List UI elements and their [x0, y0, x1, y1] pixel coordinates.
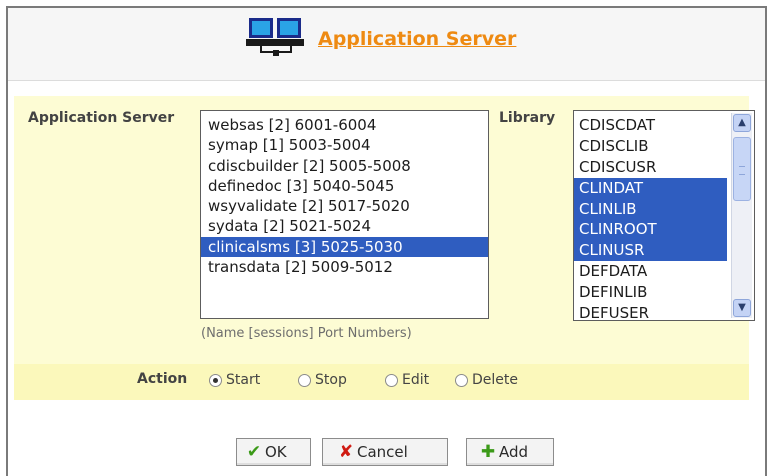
library-option[interactable]: CDISCLIB: [574, 136, 727, 157]
plus-icon: ✚: [480, 442, 496, 462]
library-option[interactable]: DEFINLIB: [574, 282, 727, 303]
library-option[interactable]: CDISCUSR: [574, 157, 727, 178]
library-option[interactable]: CLINUSR: [574, 240, 727, 262]
radio-edit[interactable]: [385, 373, 398, 387]
library-option[interactable]: CLINDAT: [574, 177, 727, 199]
server-option[interactable]: websas [2] 6001-6004: [201, 115, 488, 135]
edit-label: Edit: [402, 372, 430, 388]
scroll-down-arrow-icon[interactable]: ▼: [733, 299, 751, 317]
action-row: [14, 364, 749, 400]
add-button[interactable]: ✚ Add: [466, 438, 554, 466]
scroll-up-arrow-icon[interactable]: ▲: [733, 114, 751, 132]
library-option[interactable]: CLINLIB: [574, 198, 727, 220]
radio-delete[interactable]: [455, 373, 468, 387]
checkmark-icon: ✔: [246, 442, 262, 462]
server-list-hint: (Name [sessions] Port Numbers): [201, 326, 412, 341]
action-start-option[interactable]: Start: [209, 372, 260, 388]
ok-button[interactable]: ✔ OK: [236, 438, 311, 466]
library-option[interactable]: DEFUSER: [574, 303, 727, 320]
server-option[interactable]: cdiscbuilder [2] 5005-5008: [201, 156, 488, 176]
page-title-link[interactable]: Application Server: [318, 28, 516, 50]
application-server-listbox[interactable]: websas [2] 6001-6004 symap [1] 5003-5004…: [200, 110, 489, 319]
application-server-label: Application Server: [28, 110, 175, 126]
cancel-label: Cancel: [357, 443, 408, 461]
add-label: Add: [499, 443, 529, 461]
radio-start[interactable]: [209, 373, 222, 387]
action-edit-option[interactable]: Edit: [385, 372, 429, 388]
action-delete-option[interactable]: Delete: [455, 372, 518, 388]
action-stop-option[interactable]: Stop: [298, 372, 347, 388]
cancel-button[interactable]: ✘ Cancel: [322, 438, 448, 466]
start-label: Start: [226, 372, 261, 388]
server-option[interactable]: definedoc [3] 5040-5045: [201, 176, 488, 196]
server-option[interactable]: symap [1] 5003-5004: [201, 135, 488, 155]
server-option[interactable]: wsyvalidate [2] 5017-5020: [201, 196, 488, 216]
library-option[interactable]: CDISCDAT: [574, 115, 727, 136]
library-option[interactable]: CLINROOT: [574, 219, 727, 241]
server-option[interactable]: clinicalsms [3] 5025-5030: [201, 236, 488, 258]
server-option[interactable]: transdata [2] 5009-5012: [201, 257, 488, 277]
radio-stop[interactable]: [298, 373, 311, 387]
library-label: Library: [499, 110, 556, 126]
delete-label: Delete: [472, 372, 518, 388]
library-listbox[interactable]: CDISCDAT CDISCLIB CDISCUSR CLINDAT CLINL…: [573, 110, 755, 321]
server-icon: [246, 18, 304, 56]
x-icon: ✘: [338, 442, 354, 462]
library-option[interactable]: DEFDATA: [574, 261, 727, 282]
server-option[interactable]: sydata [2] 5021-5024: [201, 216, 488, 236]
library-scrollbar[interactable]: ▲ ▼: [731, 113, 752, 318]
stop-label: Stop: [315, 372, 347, 388]
ok-label: OK: [265, 443, 287, 461]
action-label: Action: [137, 371, 188, 387]
scroll-thumb[interactable]: [733, 137, 751, 201]
